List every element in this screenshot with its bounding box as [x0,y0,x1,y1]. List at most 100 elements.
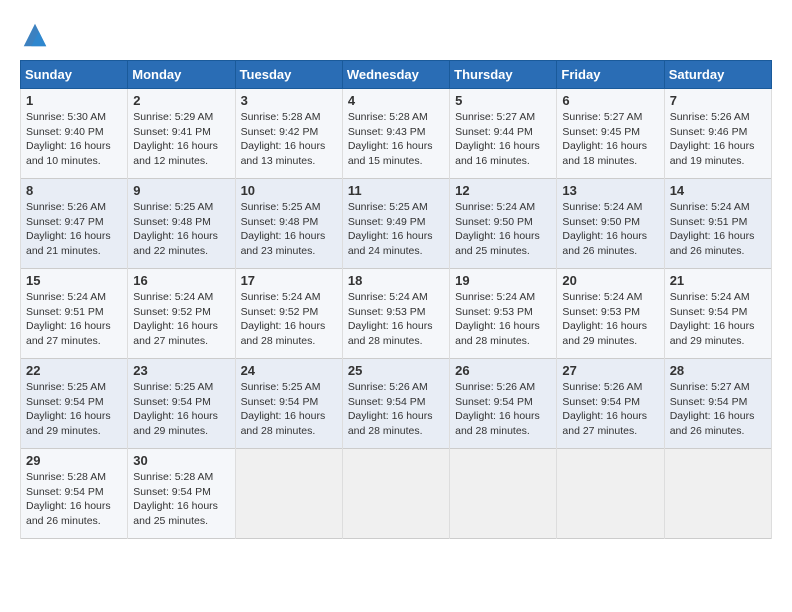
calendar-cell: 22 Sunrise: 5:25 AMSunset: 9:54 PMDayligh… [21,359,128,449]
calendar-cell [557,449,664,539]
day-number: 30 [133,453,229,468]
day-info: Sunrise: 5:26 AMSunset: 9:54 PMDaylight:… [562,381,647,437]
day-number: 27 [562,363,658,378]
day-number: 23 [133,363,229,378]
day-number: 2 [133,93,229,108]
calendar-cell: 18Sunrise: 5:24 AMSunset: 9:53 PMDayligh… [342,269,449,359]
day-number: 4 [348,93,444,108]
day-info: Sunrise: 5:25 AMSunset: 9:48 PMDaylight:… [241,201,326,257]
calendar-cell: 27 Sunrise: 5:26 AMSunset: 9:54 PMDayligh… [557,359,664,449]
calendar-cell: 23 Sunrise: 5:25 AMSunset: 9:54 PMDayligh… [128,359,235,449]
calendar-cell: 20Sunrise: 5:24 AMSunset: 9:53 PMDayligh… [557,269,664,359]
col-header-sunday: Sunday [21,61,128,89]
calendar-week-row: 22 Sunrise: 5:25 AMSunset: 9:54 PMDayligh… [21,359,772,449]
day-info: Sunrise: 5:28 AMSunset: 9:43 PMDaylight:… [348,111,433,167]
day-info: Sunrise: 5:24 AMSunset: 9:51 PMDaylight:… [670,201,755,257]
day-number: 28 [670,363,766,378]
calendar-cell [450,449,557,539]
day-info: Sunrise: 5:30 AMSunset: 9:40 PMDaylight:… [26,111,111,167]
day-number: 14 [670,183,766,198]
day-info: Sunrise: 5:25 AMSunset: 9:54 PMDaylight:… [26,381,111,437]
day-number: 24 [241,363,337,378]
day-number: 13 [562,183,658,198]
col-header-wednesday: Wednesday [342,61,449,89]
day-info: Sunrise: 5:27 AMSunset: 9:44 PMDaylight:… [455,111,540,167]
day-number: 10 [241,183,337,198]
day-info: Sunrise: 5:25 AMSunset: 9:54 PMDaylight:… [241,381,326,437]
day-info: Sunrise: 5:26 AMSunset: 9:47 PMDaylight:… [26,201,111,257]
calendar-cell [235,449,342,539]
calendar-cell [342,449,449,539]
day-info: Sunrise: 5:24 AMSunset: 9:54 PMDaylight:… [670,291,755,347]
calendar-week-row: 15 Sunrise: 5:24 AMSunset: 9:51 PMDayligh… [21,269,772,359]
day-number: 26 [455,363,551,378]
day-number: 12 [455,183,551,198]
calendar-cell: 21Sunrise: 5:24 AMSunset: 9:54 PMDayligh… [664,269,771,359]
day-number: 16 [133,273,229,288]
calendar-cell: 19 Sunrise: 5:24 AMSunset: 9:53 PMDayligh… [450,269,557,359]
calendar-cell: 30 Sunrise: 5:28 AMSunset: 9:54 PMDayligh… [128,449,235,539]
calendar-cell: 25 Sunrise: 5:26 AMSunset: 9:54 PMDayligh… [342,359,449,449]
day-number: 22 [26,363,122,378]
day-number: 7 [670,93,766,108]
col-header-saturday: Saturday [664,61,771,89]
calendar-cell: 2 Sunrise: 5:29 AMSunset: 9:41 PMDaylight… [128,89,235,179]
day-number: 29 [26,453,122,468]
day-info: Sunrise: 5:24 AMSunset: 9:50 PMDaylight:… [455,201,540,257]
day-number: 8 [26,183,122,198]
calendar-week-row: 29 Sunrise: 5:28 AMSunset: 9:54 PMDayligh… [21,449,772,539]
day-info: Sunrise: 5:28 AMSunset: 9:54 PMDaylight:… [26,471,111,527]
col-header-tuesday: Tuesday [235,61,342,89]
calendar-cell [664,449,771,539]
day-number: 25 [348,363,444,378]
day-info: Sunrise: 5:27 AMSunset: 9:45 PMDaylight:… [562,111,647,167]
calendar-table: SundayMondayTuesdayWednesdayThursdayFrid… [20,60,772,539]
col-header-thursday: Thursday [450,61,557,89]
page-header [20,20,772,50]
day-info: Sunrise: 5:28 AMSunset: 9:42 PMDaylight:… [241,111,326,167]
calendar-cell: 17Sunrise: 5:24 AMSunset: 9:52 PMDayligh… [235,269,342,359]
calendar-cell: 28Sunrise: 5:27 AMSunset: 9:54 PMDayligh… [664,359,771,449]
day-info: Sunrise: 5:28 AMSunset: 9:54 PMDaylight:… [133,471,218,527]
day-info: Sunrise: 5:25 AMSunset: 9:54 PMDaylight:… [133,381,218,437]
day-info: Sunrise: 5:26 AMSunset: 9:54 PMDaylight:… [348,381,433,437]
day-info: Sunrise: 5:26 AMSunset: 9:54 PMDaylight:… [455,381,540,437]
logo-icon [20,20,50,50]
calendar-cell: 12 Sunrise: 5:24 AMSunset: 9:50 PMDayligh… [450,179,557,269]
calendar-cell: 24 Sunrise: 5:25 AMSunset: 9:54 PMDayligh… [235,359,342,449]
day-info: Sunrise: 5:25 AMSunset: 9:49 PMDaylight:… [348,201,433,257]
day-number: 15 [26,273,122,288]
col-header-monday: Monday [128,61,235,89]
day-info: Sunrise: 5:26 AMSunset: 9:46 PMDaylight:… [670,111,755,167]
calendar-cell: 26 Sunrise: 5:26 AMSunset: 9:54 PMDayligh… [450,359,557,449]
calendar-cell: 8 Sunrise: 5:26 AMSunset: 9:47 PMDaylight… [21,179,128,269]
calendar-cell: 9Sunrise: 5:25 AMSunset: 9:48 PMDaylight… [128,179,235,269]
day-number: 20 [562,273,658,288]
col-header-friday: Friday [557,61,664,89]
day-info: Sunrise: 5:24 AMSunset: 9:52 PMDaylight:… [133,291,218,347]
day-info: Sunrise: 5:24 AMSunset: 9:51 PMDaylight:… [26,291,111,347]
calendar-cell: 15 Sunrise: 5:24 AMSunset: 9:51 PMDayligh… [21,269,128,359]
calendar-cell: 11 Sunrise: 5:25 AMSunset: 9:49 PMDayligh… [342,179,449,269]
calendar-cell: 29 Sunrise: 5:28 AMSunset: 9:54 PMDayligh… [21,449,128,539]
day-number: 5 [455,93,551,108]
day-number: 11 [348,183,444,198]
calendar-cell: 4 Sunrise: 5:28 AMSunset: 9:43 PMDaylight… [342,89,449,179]
day-number: 3 [241,93,337,108]
calendar-cell: 7 Sunrise: 5:26 AMSunset: 9:46 PMDaylight… [664,89,771,179]
calendar-cell: 5 Sunrise: 5:27 AMSunset: 9:44 PMDaylight… [450,89,557,179]
day-number: 19 [455,273,551,288]
day-info: Sunrise: 5:24 AMSunset: 9:53 PMDaylight:… [348,291,433,347]
calendar-cell: 6 Sunrise: 5:27 AMSunset: 9:45 PMDaylight… [557,89,664,179]
day-info: Sunrise: 5:29 AMSunset: 9:41 PMDaylight:… [133,111,218,167]
calendar-cell: 16 Sunrise: 5:24 AMSunset: 9:52 PMDayligh… [128,269,235,359]
calendar-week-row: 8 Sunrise: 5:26 AMSunset: 9:47 PMDaylight… [21,179,772,269]
day-number: 1 [26,93,122,108]
day-number: 6 [562,93,658,108]
calendar-cell: 3 Sunrise: 5:28 AMSunset: 9:42 PMDaylight… [235,89,342,179]
day-number: 17 [241,273,337,288]
day-info: Sunrise: 5:24 AMSunset: 9:53 PMDaylight:… [455,291,540,347]
day-info: Sunrise: 5:25 AMSunset: 9:48 PMDaylight:… [133,201,218,257]
calendar-body: 1 Sunrise: 5:30 AMSunset: 9:40 PMDaylight… [21,89,772,539]
calendar-cell: 1 Sunrise: 5:30 AMSunset: 9:40 PMDaylight… [21,89,128,179]
